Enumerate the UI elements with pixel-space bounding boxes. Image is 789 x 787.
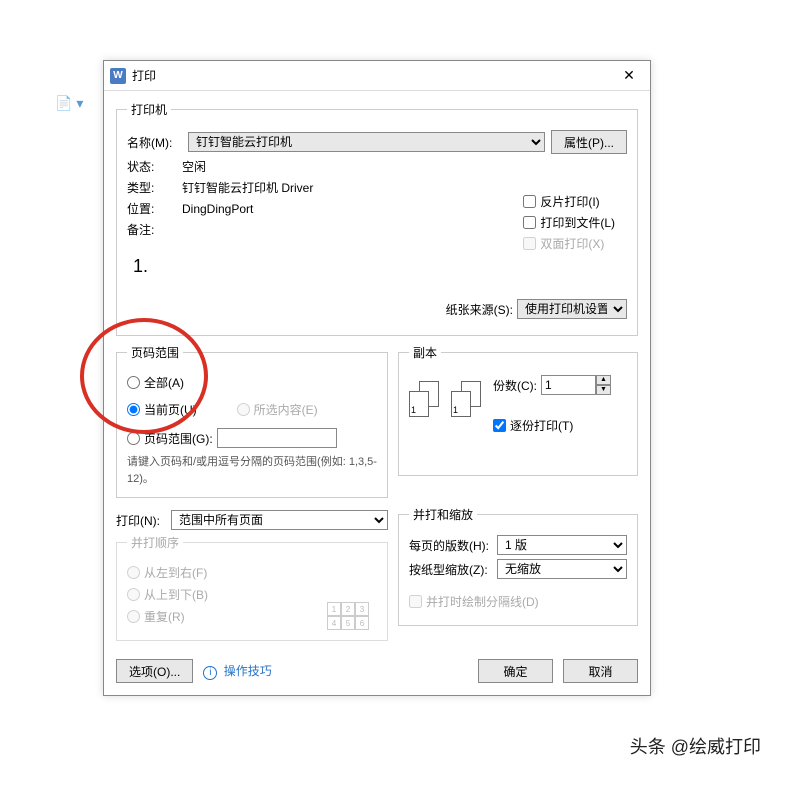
collate-check[interactable]: 逐份打印(T) (493, 417, 611, 434)
copies-spin-down[interactable]: ▼ (596, 385, 611, 395)
page-range-group: 页码范围 全部(A) 当前页(U) 所选内容(E) (116, 344, 388, 498)
paper-source-select[interactable]: 使用打印机设置 (517, 299, 627, 319)
printer-name-select[interactable]: 钉钉智能云打印机 (188, 132, 545, 152)
tips-link[interactable]: i 操作技巧 (203, 662, 271, 680)
range-selection-radio (237, 403, 250, 416)
range-pages-radio[interactable] (127, 432, 140, 445)
range-all-label: 全部(A) (144, 374, 184, 391)
scale-label: 按纸型缩放(Z): (409, 561, 497, 578)
close-button[interactable]: ✕ (614, 67, 644, 84)
status-label: 状态: (127, 158, 182, 175)
step-number: 1. (133, 256, 627, 277)
titlebar: W 打印 ✕ (104, 61, 650, 91)
reverse-print-checkbox[interactable] (523, 195, 536, 208)
order-repeat-label: 重复(R) (144, 608, 185, 625)
zoom-group: 并打和缩放 每页的版数(H): 1 版 按纸型缩放(Z): 无缩放 (398, 506, 638, 626)
copies-count-input[interactable] (541, 375, 596, 395)
collate-icon: 2 1 2 1 (409, 381, 483, 421)
print-to-file-checkbox[interactable] (523, 216, 536, 229)
order-lr-label: 从左到右(F) (144, 564, 207, 581)
status-value: 空闲 (182, 158, 627, 175)
copies-group: 副本 2 1 2 1 (398, 344, 638, 476)
type-label: 类型: (127, 179, 182, 196)
zoom-legend: 并打和缩放 (409, 506, 477, 523)
pages-per-sheet-label: 每页的版数(H): (409, 537, 497, 554)
order-lr-radio (127, 566, 140, 579)
printer-name-label: 名称(M): (127, 134, 182, 151)
properties-button[interactable]: 属性(P)... (551, 130, 627, 154)
copies-spin-up[interactable]: ▲ (596, 375, 611, 385)
draw-borders-checkbox (409, 595, 422, 608)
range-selection-label: 所选内容(E) (254, 401, 318, 418)
location-label: 位置: (127, 200, 182, 217)
print-dialog: W 打印 ✕ 打印机 名称(M): 钉钉智能云打印机 属性(P)... 状态: … (103, 60, 651, 696)
comment-label: 备注: (127, 221, 182, 238)
print-what-label: 打印(N): (116, 512, 171, 529)
copies-count-label: 份数(C): (493, 377, 537, 394)
page-range-hint: 请键入页码和/或用逗号分隔的页码范围(例如: 1,3,5-12)。 (127, 454, 377, 487)
copies-legend: 副本 (409, 344, 441, 361)
order-tb-radio (127, 588, 140, 601)
collate-checkbox[interactable] (493, 419, 506, 432)
range-pages-label: 页码范围(G): (144, 430, 213, 447)
app-icon: W (110, 68, 126, 84)
ok-button[interactable]: 确定 (478, 659, 553, 683)
order-tb-label: 从上到下(B) (144, 586, 208, 603)
duplex-checkbox (523, 237, 536, 250)
options-button[interactable]: 选项(O)... (116, 659, 193, 683)
order-repeat-radio (127, 610, 140, 623)
document-icon: 📄 ▾ (55, 95, 83, 112)
range-current-label: 当前页(U) (144, 401, 197, 418)
printer-group: 打印机 名称(M): 钉钉智能云打印机 属性(P)... 状态: 空闲 类型: … (116, 101, 638, 336)
cancel-button[interactable]: 取消 (563, 659, 638, 683)
print-order-legend: 并打顺序 (127, 534, 183, 551)
reverse-print-check[interactable]: 反片打印(I) (523, 193, 615, 210)
print-to-file-check[interactable]: 打印到文件(L) (523, 214, 615, 231)
scale-select[interactable]: 无缩放 (497, 559, 627, 579)
draw-borders-check: 并打时绘制分隔线(D) (409, 593, 627, 610)
nup-grid-icon: 123456 (327, 602, 369, 630)
print-what-select[interactable]: 范围中所有页面 (171, 510, 388, 530)
range-all-radio[interactable] (127, 376, 140, 389)
pages-per-sheet-select[interactable]: 1 版 (497, 535, 627, 555)
dialog-title: 打印 (132, 67, 614, 84)
paper-source-label: 纸张来源(S): (446, 301, 513, 318)
watermark: 头条 @绘威打印 (630, 733, 761, 759)
page-range-legend: 页码范围 (127, 344, 183, 361)
range-current-radio[interactable] (127, 403, 140, 416)
printer-legend: 打印机 (127, 101, 171, 118)
info-icon: i (203, 666, 217, 680)
print-order-group: 并打顺序 从左到右(F) 从上到下(B) 重复(R) 123456 (116, 534, 388, 641)
duplex-check: 双面打印(X) (523, 235, 615, 252)
range-pages-input[interactable] (217, 428, 337, 448)
